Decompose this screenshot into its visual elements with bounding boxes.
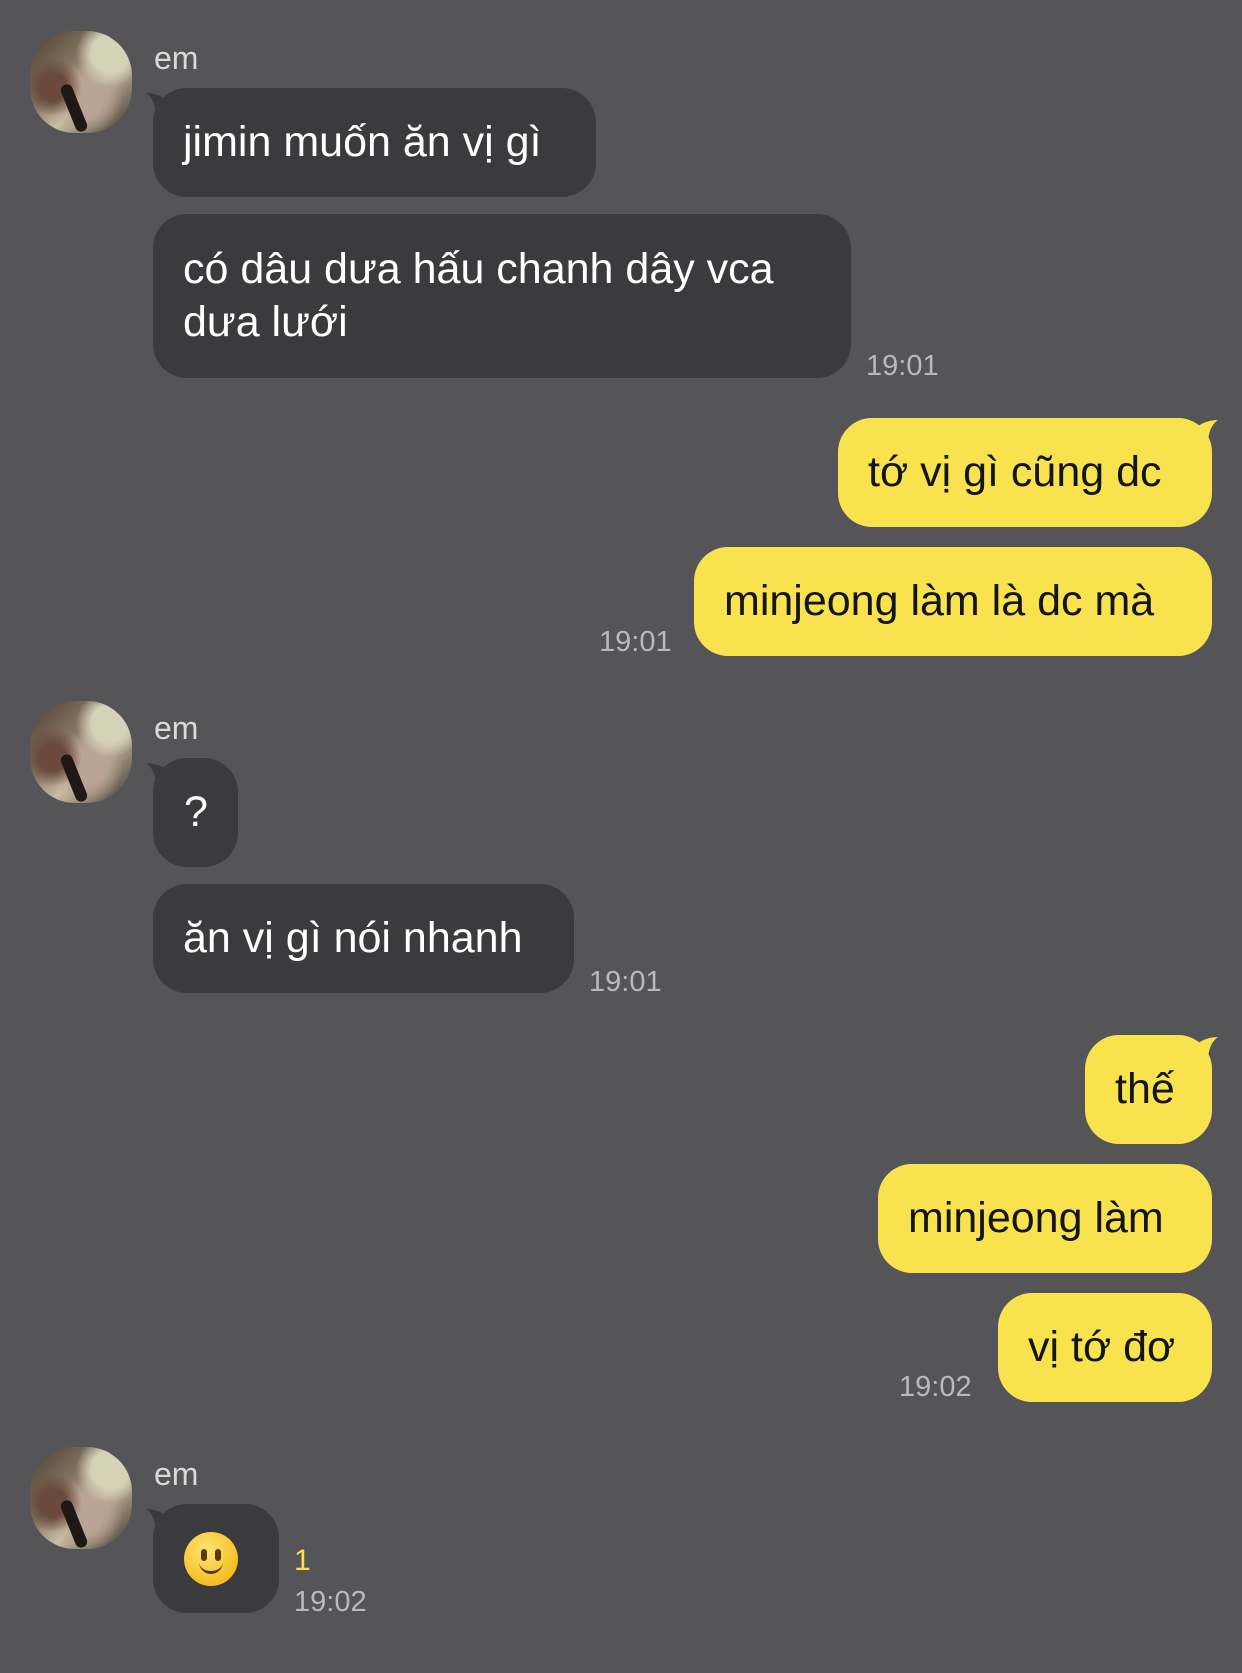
message-text: có dâu dưa hấu chanh dây vca dưa lưới: [183, 245, 774, 346]
message-timestamp: 19:02: [899, 1371, 972, 1403]
avatar[interactable]: [30, 31, 132, 133]
message-text: vị tớ đơ: [1028, 1323, 1176, 1371]
message-timestamp: 19:01: [589, 966, 662, 998]
message-bubble[interactable]: thế: [1085, 1035, 1212, 1144]
message-text: minjeong làm: [908, 1194, 1164, 1242]
avatar[interactable]: [30, 1447, 132, 1549]
message-bubble[interactable]: có dâu dưa hấu chanh dây vca dưa lưới: [153, 214, 851, 378]
avatar[interactable]: [30, 701, 132, 803]
unread-count: 1: [294, 1544, 311, 1577]
message-text: minjeong làm là dc mà: [724, 577, 1155, 625]
message-bubble[interactable]: vị tớ đơ: [998, 1293, 1212, 1402]
slightly-smiling-face-icon: [184, 1531, 238, 1586]
message-timestamp: 19:02: [294, 1586, 367, 1618]
message-text: jimin muốn ăn vị gì: [183, 118, 542, 166]
message-timestamp: 19:01: [866, 350, 939, 382]
sender-name: em: [154, 1456, 199, 1492]
message-text: ăn vị gì nói nhanh: [183, 914, 523, 962]
message-bubble[interactable]: minjeong làm là dc mà: [694, 547, 1212, 656]
message-bubble[interactable]: ?: [153, 758, 238, 867]
sender-name: em: [154, 710, 199, 746]
message-bubble[interactable]: [153, 1504, 279, 1613]
message-bubble[interactable]: jimin muốn ăn vị gì: [153, 88, 596, 197]
message-text: thế: [1115, 1065, 1175, 1113]
message-bubble[interactable]: minjeong làm: [878, 1164, 1212, 1273]
message-bubble[interactable]: ăn vị gì nói nhanh: [153, 884, 574, 993]
sender-name: em: [154, 40, 199, 76]
message-text: ?: [184, 788, 208, 836]
message-bubble[interactable]: tớ vị gì cũng dc: [838, 418, 1212, 527]
message-timestamp: 19:01: [599, 626, 672, 658]
message-text: tớ vị gì cũng dc: [868, 448, 1162, 496]
